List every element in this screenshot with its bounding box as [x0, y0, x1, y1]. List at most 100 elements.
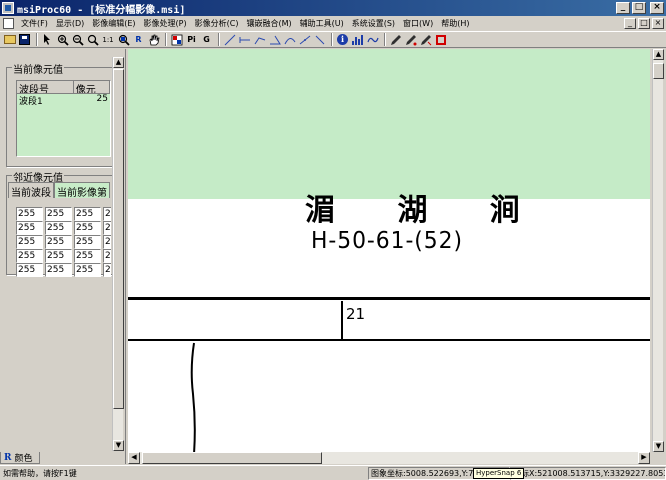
map-frame-line — [128, 297, 650, 300]
grid-cell: 255 — [45, 207, 72, 221]
canvas-vscrollbar[interactable]: ▲ ▼ — [652, 49, 664, 452]
grid-cell: 25 — [103, 207, 111, 221]
window-title: msiProc60 - [标准分幅影像.msi] — [17, 4, 186, 16]
grid-cell: 255 — [74, 207, 101, 221]
zoom-1to1-icon[interactable]: 1:1 — [101, 33, 115, 46]
open-folder-icon[interactable] — [3, 33, 16, 46]
left-panel-scrollbar[interactable]: ▲ ▼ — [112, 57, 124, 451]
reset-icon[interactable]: R — [132, 33, 145, 46]
pen-icon[interactable] — [389, 33, 402, 46]
grid-cell: 255 — [74, 263, 101, 277]
column-header-value[interactable]: 像元 — [74, 81, 110, 93]
scroll-thumb[interactable] — [653, 63, 664, 79]
band-value-list[interactable]: 波段号 像元 波段1 25 — [16, 80, 111, 157]
grid-cell: 255 — [74, 249, 101, 263]
status-geo-coords: 坐标X:521008.513715,Y:3329227.805333 — [510, 467, 666, 480]
neighbor-grid: 255 255 255 25 255 255 255 25 255 255 25… — [16, 207, 111, 277]
draw-hline-icon[interactable] — [238, 33, 251, 46]
map-sheet-name: 湄 湖 涧 — [305, 193, 546, 228]
info-icon[interactable]: i — [336, 33, 349, 46]
status-help-text: 如需帮助，请按F1键 — [3, 469, 77, 478]
scroll-thumb[interactable] — [113, 69, 124, 409]
draw-angle-icon[interactable] — [268, 33, 281, 46]
menu-mosaic-fusion[interactable]: 镶嵌融合(M) — [243, 18, 296, 29]
menu-tools[interactable]: 辅助工具(U) — [297, 18, 349, 29]
grid-cell: 255 — [16, 249, 43, 263]
pixel-info-panel: 当前像元值 波段号 像元 波段1 25 邻近像元值 当前波段 当前影像第 255… — [0, 49, 126, 464]
scroll-up-button[interactable]: ▲ — [113, 57, 124, 68]
document-icon[interactable] — [3, 18, 14, 29]
draw-curve-icon[interactable] — [283, 33, 296, 46]
pixel-icon[interactable]: Pi — [185, 33, 198, 46]
grid-cell: 255 — [74, 235, 101, 249]
menu-file[interactable]: 文件(F) — [18, 18, 53, 29]
zoom-rect-icon[interactable] — [117, 33, 130, 46]
scroll-thumb[interactable] — [142, 452, 322, 464]
draw-slash-icon[interactable] — [313, 33, 326, 46]
grid-cell: 25 — [103, 235, 111, 249]
app-icon[interactable] — [2, 2, 14, 14]
grid-cell: 255 — [45, 249, 72, 263]
menu-bar: 文件(F) 显示(D) 影像编辑(E) 影像处理(P) 影像分析(C) 镶嵌融合… — [0, 16, 666, 31]
maximize-button[interactable]: □ — [632, 2, 646, 14]
toolbar-separator — [331, 33, 333, 46]
panel-tab-icon: R — [4, 452, 12, 463]
geo-icon[interactable]: G — [200, 33, 213, 46]
map-grid-line — [128, 339, 650, 341]
doc-restore-button[interactable]: □ — [638, 18, 650, 29]
neighbor-tabs: 当前波段 当前影像第 — [8, 182, 110, 199]
grid-cell: 255 — [16, 207, 43, 221]
grid-cell: 255 — [16, 221, 43, 235]
minimize-button[interactable]: _ — [616, 2, 630, 14]
curve-icon[interactable] — [366, 33, 379, 46]
hypersnap-tooltip: HyperSnap 6 — [473, 468, 525, 479]
menu-image-process[interactable]: 影像处理(P) — [141, 18, 192, 29]
zoom-out-icon[interactable] — [71, 33, 84, 46]
pen-delete-icon[interactable] — [419, 33, 432, 46]
draw-arc-icon[interactable] — [298, 33, 311, 46]
menu-settings[interactable]: 系统设置(S) — [349, 18, 400, 29]
list-item[interactable]: 波段1 25 — [17, 94, 110, 106]
map-grid-tick — [341, 301, 343, 339]
draw-polyline-icon[interactable] — [253, 33, 266, 46]
zoom-in-icon[interactable] — [56, 33, 69, 46]
canvas-hscrollbar[interactable]: ◀ ▶ — [128, 452, 650, 464]
status-bar: 如需帮助，请按F1键 图象坐标:5008.522693,Y:753 坐标X:52… — [0, 465, 666, 480]
map-sheet-code: H-50-61-(52) — [311, 228, 463, 254]
scroll-left-button[interactable]: ◀ — [128, 452, 140, 464]
map-contour-line — [190, 342, 196, 452]
histogram-icon[interactable] — [351, 33, 364, 46]
title-bar[interactable]: msiProc60 - [标准分幅影像.msi] _ □ × — [0, 0, 666, 16]
grid-cell: 255 — [45, 263, 72, 277]
grid-cell: 255 — [16, 263, 43, 277]
save-icon[interactable] — [18, 33, 31, 46]
grid-cell: 25 — [103, 221, 111, 235]
scroll-down-button[interactable]: ▼ — [113, 440, 124, 451]
pointer-icon[interactable] — [41, 33, 54, 46]
menu-image-analysis[interactable]: 影像分析(C) — [192, 18, 244, 29]
draw-line-icon[interactable] — [223, 33, 236, 46]
scroll-up-button[interactable]: ▲ — [653, 49, 664, 60]
tab-current-image[interactable]: 当前影像第 — [54, 182, 110, 199]
scroll-right-button[interactable]: ▶ — [638, 452, 650, 464]
scroll-down-button[interactable]: ▼ — [653, 441, 664, 452]
pen-edit-icon[interactable] — [404, 33, 417, 46]
tab-current-band[interactable]: 当前波段 — [8, 182, 54, 199]
menu-image-edit[interactable]: 影像编辑(E) — [89, 18, 140, 29]
doc-minimize-button[interactable]: _ — [624, 18, 636, 29]
menu-window[interactable]: 窗口(W) — [400, 18, 438, 29]
close-button[interactable]: × — [650, 2, 664, 14]
flag-icon[interactable] — [170, 33, 183, 46]
rectangle-icon[interactable] — [434, 33, 447, 46]
doc-close-button[interactable]: × — [652, 18, 664, 29]
color-panel-tab[interactable]: R 颜色 — [0, 452, 40, 464]
menu-help[interactable]: 帮助(H) — [438, 18, 474, 29]
pan-hand-icon[interactable] — [147, 33, 160, 46]
grid-cell: 255 — [45, 235, 72, 249]
zoom-fit-icon[interactable] — [86, 33, 99, 46]
toolbar-separator — [218, 33, 220, 46]
column-header-band[interactable]: 波段号 — [17, 81, 74, 93]
menu-display[interactable]: 显示(D) — [53, 18, 89, 29]
grid-number-label: 21 — [346, 305, 366, 323]
image-canvas[interactable]: 湄 湖 涧 H-50-61-(52) 21 — [128, 49, 650, 452]
